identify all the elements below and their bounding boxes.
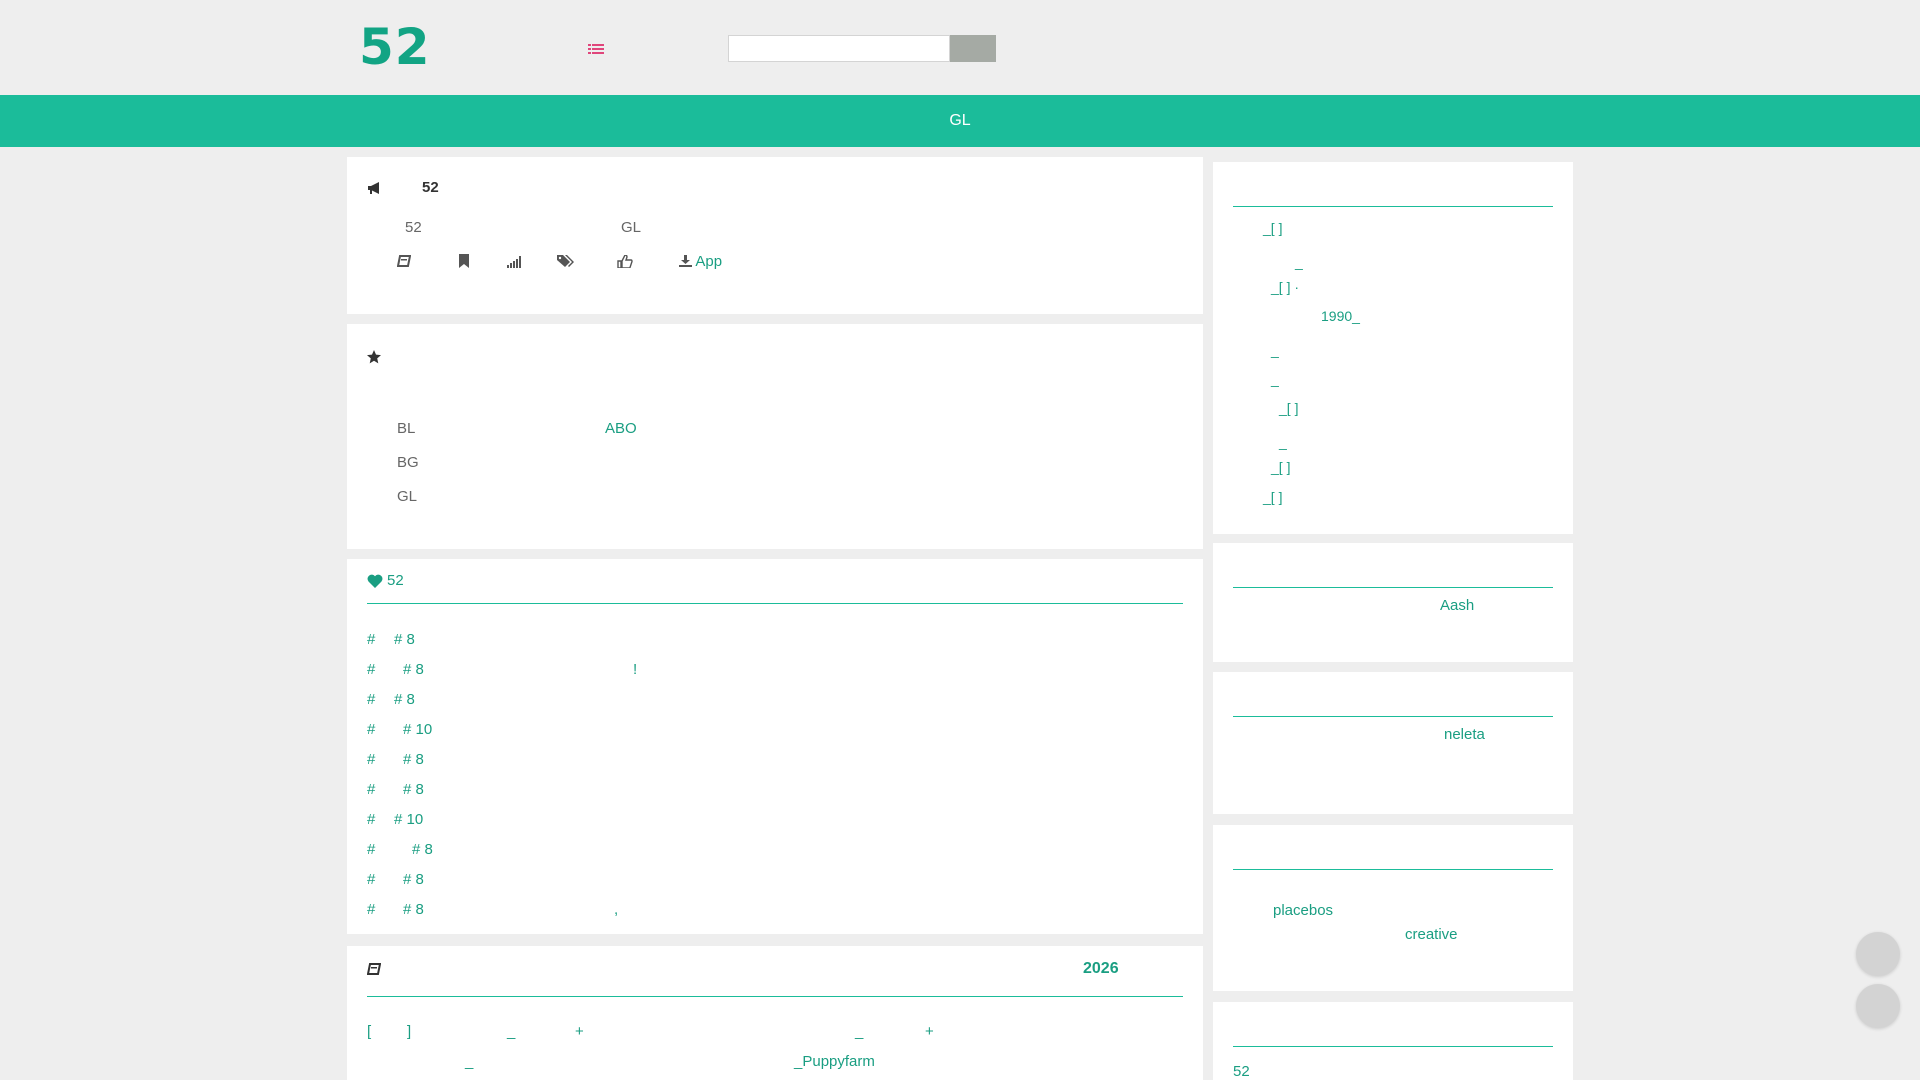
info-meta-right: GL [621,219,642,236]
chapter-link[interactable]: # 8 [412,841,433,858]
bookmark-icon[interactable] [458,254,470,268]
divider [1233,206,1553,207]
tags-icon[interactable] [557,254,574,268]
book-text: _ [465,1053,474,1070]
sidebar-link[interactable]: _[ ] [1279,400,1298,416]
book-info-panel: 52 52 GL App [347,157,1203,314]
recommend-tag: BG [397,454,419,471]
sidebar-link[interactable]: _[ ] · [1271,279,1299,295]
chapter-link[interactable]: # 8 [403,751,424,768]
chapter-hash: # [367,751,376,768]
book-text: ] [407,1023,412,1040]
sidebar-link[interactable]: _[ ] [1263,220,1282,236]
sidebar-text: 1990_ [1321,308,1360,324]
book-list-panel: 2026 [ ] _ + _ + _ _Puppyfarm [347,946,1203,1080]
chapter-hash: # [367,631,376,648]
sidebar-link[interactable]: _[ ] [1263,489,1282,505]
book-text: _ [855,1023,864,1040]
download-icon [679,255,692,267]
chapter-link[interactable]: # 8 [394,631,415,648]
sidebar-box: 52 [1213,1002,1573,1080]
chapter-link[interactable]: # 10 [394,811,423,828]
sidebar-text: _ [1279,434,1287,450]
chapter-hash: # [367,871,376,888]
divider [367,996,1183,997]
back-to-top-button[interactable] [1856,984,1900,1028]
search-input[interactable] [728,35,950,62]
chapter-hash: # [367,661,376,678]
thumbs-up-icon[interactable] [617,255,633,268]
site-logo[interactable]: 52 [359,18,431,76]
chapter-list-panel: 52 # # 8 # # 8 ! # # 8 # # 10 # # 8 # # … [347,559,1203,934]
sidebar-box: neleta [1213,672,1573,814]
sidebar-text: _ [1295,254,1303,270]
sidebar-link[interactable]: 52 [1233,1063,1250,1080]
chapter-hash: # [367,841,376,858]
divider [1233,716,1553,717]
chapter-hash: # [367,901,376,918]
info-meta-left: 52 [405,219,422,236]
sidebar-link[interactable]: placebos [1273,902,1333,919]
chapter-link[interactable]: # 8 [394,691,415,708]
chapter-hash: # [367,781,376,798]
book-text: + [925,1023,934,1040]
search-button[interactable] [950,35,996,62]
chapter-hash: # [367,691,376,708]
sidebar-link[interactable]: _[ ] [1271,459,1290,475]
divider [367,603,1183,604]
sidebar-link[interactable]: Aash [1440,597,1474,614]
chapter-link[interactable]: # 8 [403,901,424,918]
book-link[interactable]: _Puppyfarm [794,1053,875,1070]
sidebar-link[interactable]: creative [1405,926,1458,943]
nav-item-gl[interactable]: GL [0,112,1920,130]
divider [1233,587,1553,588]
sidebar-box: placebos creative [1213,825,1573,991]
signal-icon[interactable] [507,256,521,268]
book-text: _ [507,1023,516,1040]
info-title: 52 [422,179,439,196]
recommend-panel: BL ABO BG GL [347,324,1203,549]
book-icon [367,963,381,975]
year-label: 2026 [1083,960,1119,977]
divider [1233,1046,1553,1047]
sidebar-text: _ [1271,342,1279,358]
sidebar-link[interactable]: neleta [1444,726,1485,743]
chapter-link[interactable]: # 8 [403,661,424,678]
heart-icon [367,574,383,588]
chapter-extra: , [614,901,619,918]
bullhorn-icon [368,182,379,194]
star-icon [367,350,381,364]
book-text: [ [367,1023,372,1040]
chapter-hash: # [367,811,376,828]
chapter-link[interactable]: # 8 [403,781,424,798]
chapter-hash: # [367,721,376,738]
download-app-link[interactable]: App [679,253,722,270]
list-menu-icon[interactable] [588,43,604,57]
float-button[interactable] [1856,932,1900,976]
recommend-tag: BL [397,420,416,437]
chapter-link[interactable]: # 8 [403,871,424,888]
sidebar-box: Aash [1213,543,1573,662]
book-icon[interactable] [397,255,411,268]
recommend-link[interactable]: ABO [605,420,637,437]
sidebar-text: _ [1271,371,1279,387]
chapter-link[interactable]: # 10 [403,721,432,738]
sidebar-box: _[ ] _ _[ ] · 1990_ _ _ _[ ] _ _[ ] _[ ] [1213,162,1573,534]
divider [1233,869,1553,870]
chapter-extra: ! [633,661,638,678]
book-text: + [575,1023,584,1040]
chapter-heading: 52 [387,572,404,589]
recommend-tag: GL [397,488,418,505]
